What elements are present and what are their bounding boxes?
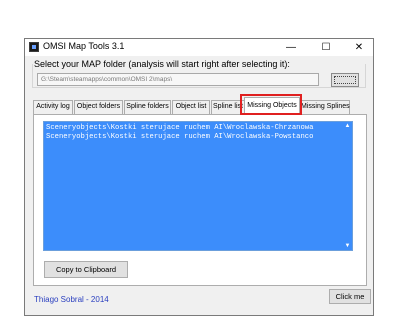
- map-folder-path-input[interactable]: G:\Steam\steamapps\common\OMSI 2\maps\: [37, 73, 319, 86]
- copy-to-clipboard-button[interactable]: Copy to Clipboard: [44, 261, 128, 278]
- scroll-up-icon[interactable]: ▲: [344, 123, 351, 129]
- click-me-button[interactable]: Click me: [329, 289, 371, 304]
- close-button[interactable]: ✕: [347, 39, 371, 56]
- tab-object-folders[interactable]: Object folders: [74, 100, 123, 114]
- list-scrollbar[interactable]: ▲ ▼: [344, 122, 352, 250]
- maximize-button[interactable]: ☐: [314, 39, 338, 56]
- folder-group-label: Select your MAP folder (analysis will st…: [34, 59, 292, 69]
- tab-spline-folders[interactable]: Spline folders: [124, 100, 171, 114]
- app-icon: [29, 42, 39, 52]
- window-title: OMSI Map Tools 3.1: [43, 41, 125, 51]
- tab-missing-splines[interactable]: Missing Splines: [300, 100, 350, 114]
- tab-activity-log[interactable]: Activity log: [33, 100, 73, 114]
- list-item[interactable]: Sceneryobjects\Kostki sterujace ruchem A…: [45, 133, 343, 142]
- tab-object-list[interactable]: Object list: [172, 100, 210, 114]
- browse-folder-button[interactable]: [331, 73, 359, 87]
- highlight-box: [240, 94, 302, 115]
- app-window: OMSI Map Tools 3.1 — ☐ ✕ Select your MAP…: [24, 38, 374, 316]
- title-bar[interactable]: OMSI Map Tools 3.1 — ☐ ✕: [25, 39, 373, 56]
- missing-objects-list[interactable]: Sceneryobjects\Kostki sterujace ruchem A…: [43, 121, 353, 251]
- minimize-button[interactable]: —: [279, 39, 303, 56]
- list-item[interactable]: Sceneryobjects\Kostki sterujace ruchem A…: [45, 124, 343, 133]
- author-credit: Thiago Sobral - 2014: [34, 295, 109, 304]
- scroll-down-icon[interactable]: ▼: [344, 243, 351, 249]
